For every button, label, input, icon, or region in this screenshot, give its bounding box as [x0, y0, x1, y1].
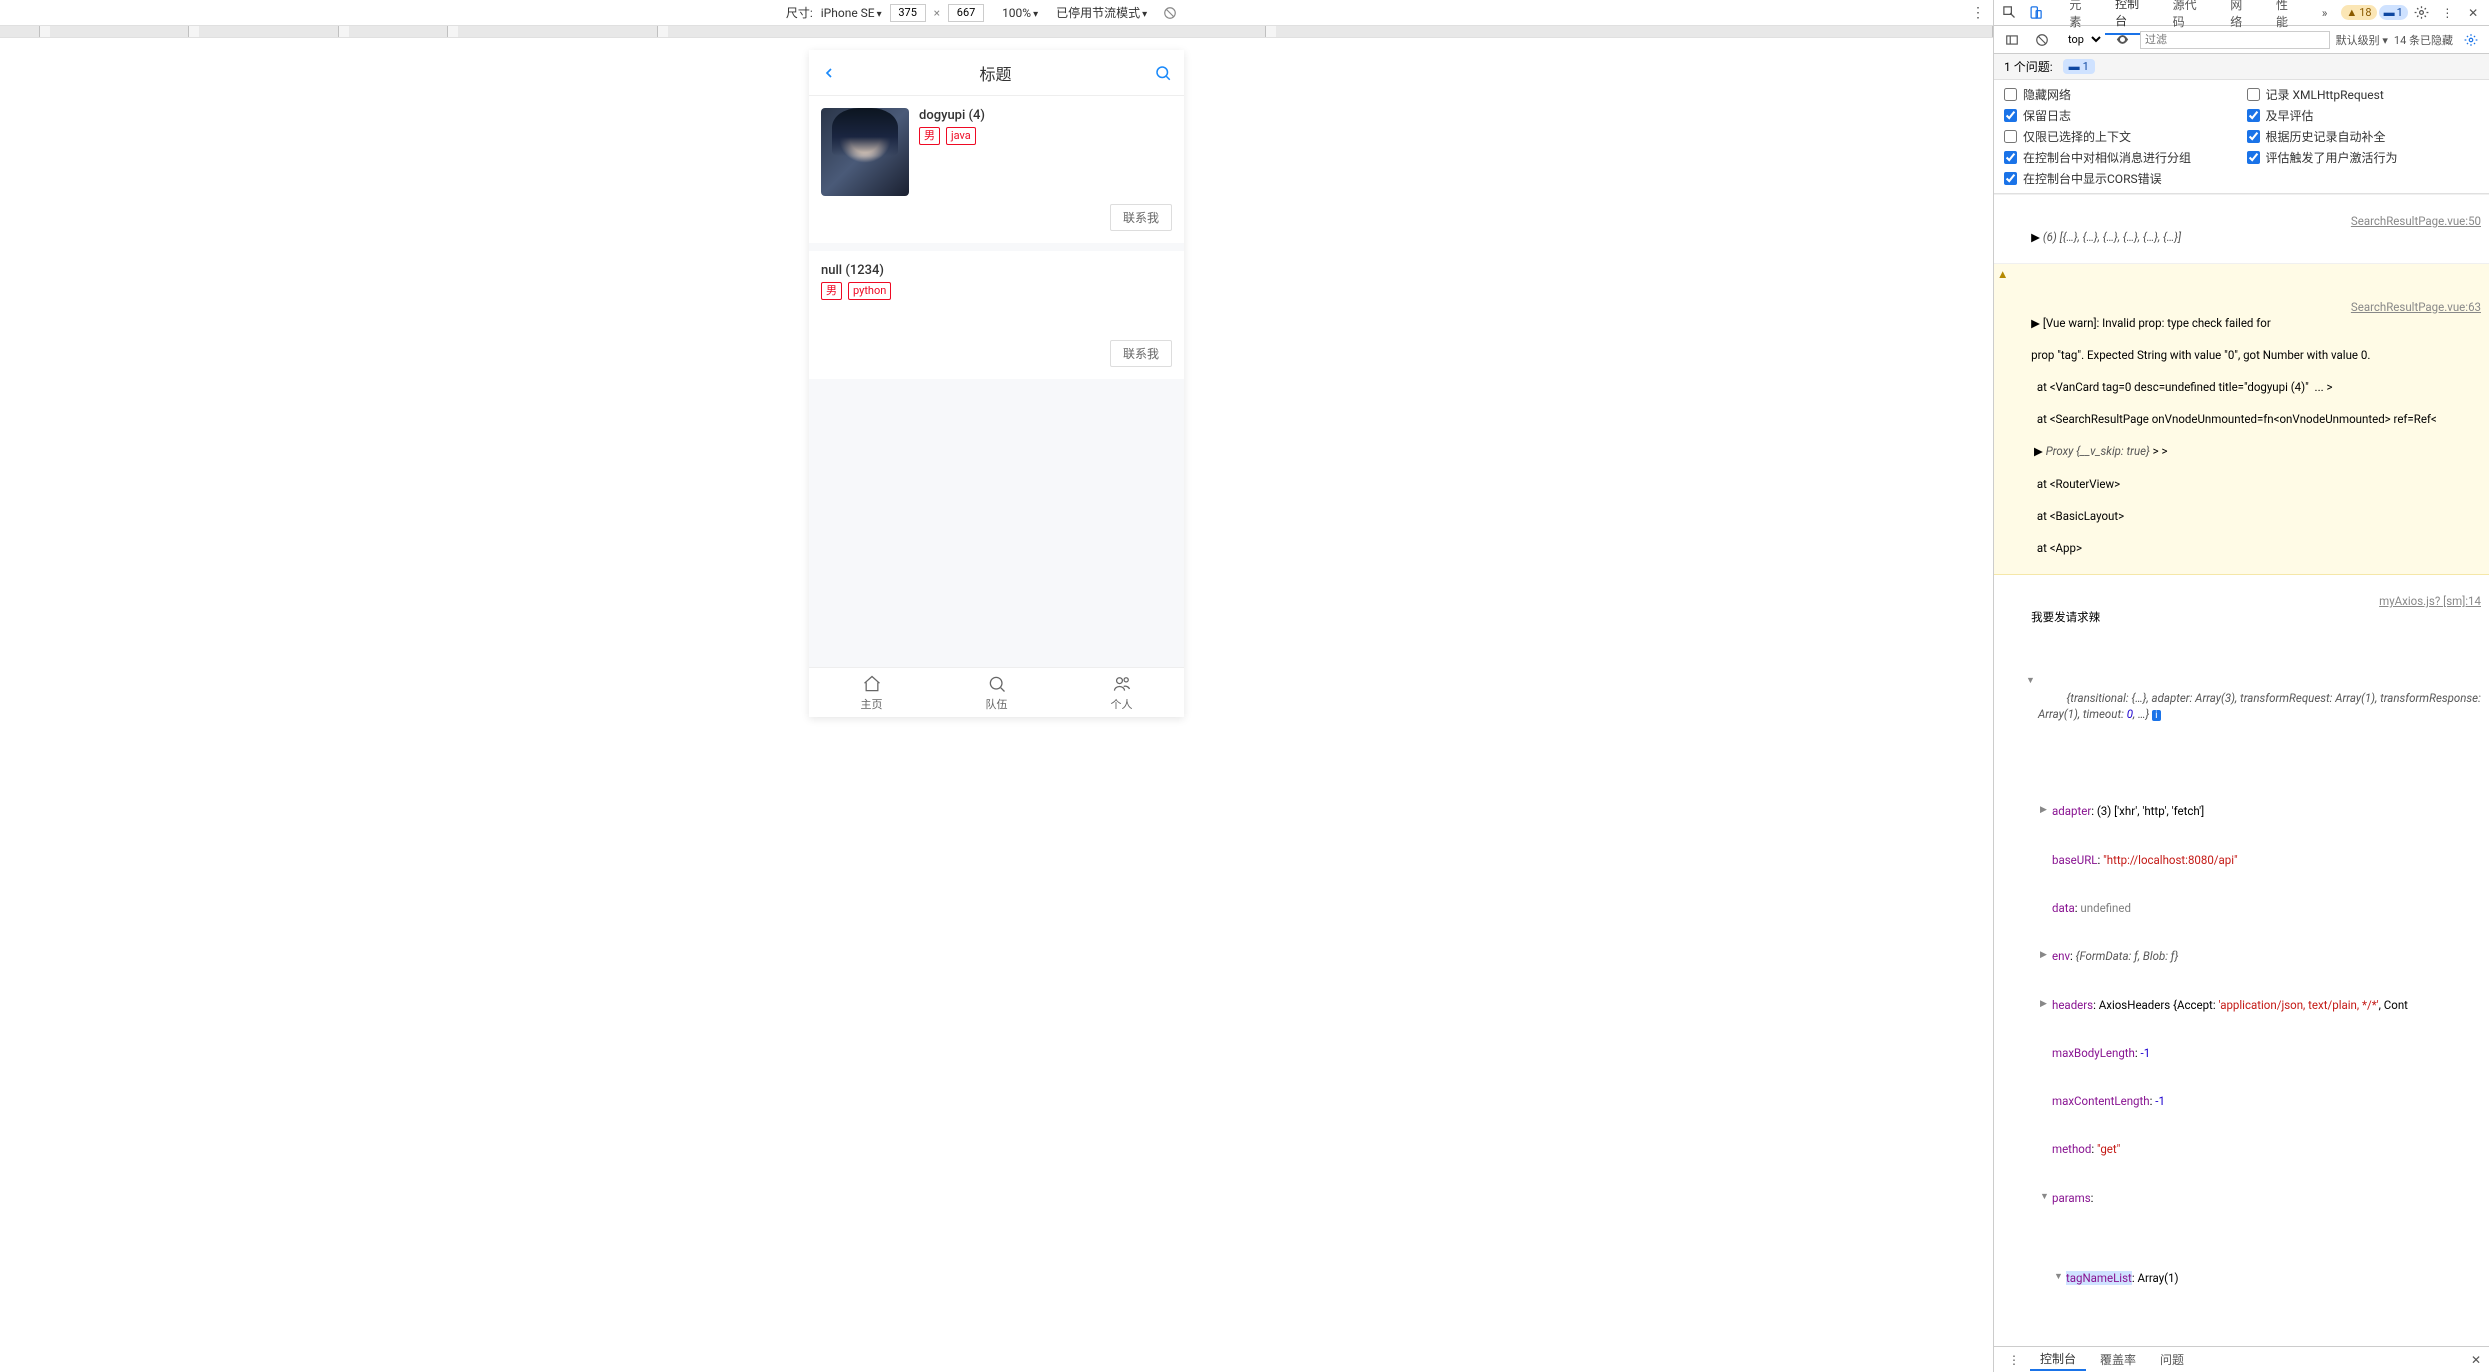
- drawer-close-icon[interactable]: ✕: [2471, 1353, 2481, 1367]
- console-settings: 隐藏网络 记录 XMLHttpRequest 保留日志 及早评估 仅限已选择的上…: [1994, 80, 2489, 194]
- drawer-tab-console[interactable]: 控制台: [2030, 1348, 2086, 1371]
- device-select[interactable]: iPhone SE: [821, 6, 882, 20]
- zoom-select[interactable]: 100%: [1002, 6, 1038, 20]
- user-card: dogyupi (4) 男 java 联系我: [809, 96, 1184, 243]
- issues-bar: 1 个问题: ▬ 1: [1994, 54, 2489, 80]
- devtools-drawer: ⋮ 控制台 覆盖率 问题 ✕: [1994, 1346, 2489, 1372]
- log-row-warning[interactable]: ▲ SearchResultPage.vue:63 ▶ [Vue warn]: …: [1994, 264, 2489, 575]
- console-settings-icon[interactable]: [2459, 30, 2483, 50]
- app-header: 标题: [809, 50, 1184, 96]
- warning-badge[interactable]: ▲ 18: [2341, 5, 2376, 20]
- tab-profile[interactable]: 个人: [1059, 668, 1184, 717]
- console-toolbar: top 默认级别 ▾ 14 条已隐藏: [1994, 26, 2489, 54]
- contact-button[interactable]: 联系我: [1110, 204, 1172, 231]
- devtools-menu-icon[interactable]: ⋮: [2436, 3, 2460, 23]
- sidebar-toggle-icon[interactable]: [2000, 30, 2024, 50]
- prop-baseurl[interactable]: baseURL: "http://localhost:8080/api": [2042, 852, 2481, 868]
- prop-data[interactable]: data: undefined: [2042, 900, 2481, 916]
- context-select[interactable]: top: [2060, 32, 2104, 47]
- card-title: dogyupi (4): [919, 108, 1172, 123]
- prop-headers[interactable]: headers: AxiosHeaders {Accept: 'applicat…: [2042, 997, 2481, 1013]
- contact-button[interactable]: 联系我: [1110, 340, 1172, 367]
- width-input[interactable]: [890, 4, 926, 22]
- setting-show-cors[interactable]: 在控制台中显示CORS错误: [2004, 170, 2237, 187]
- tag: 男: [821, 282, 842, 300]
- user-card: null (1234) 男 python 联系我: [809, 251, 1184, 379]
- close-icon[interactable]: ✕: [2461, 3, 2485, 23]
- tab-team[interactable]: 队伍: [934, 668, 1059, 717]
- card-tags: 男 python: [821, 282, 1172, 300]
- inspect-icon[interactable]: [1998, 3, 2022, 23]
- dimension-separator: ×: [934, 6, 940, 20]
- console-output: SearchResultPage.vue:50 ▶ (6) [{…}, {…},…: [1994, 194, 2489, 1346]
- setting-preserve-log[interactable]: 保留日志: [2004, 107, 2237, 124]
- prop-maxcontentlength[interactable]: maxContentLength: -1: [2042, 1093, 2481, 1109]
- prop-method[interactable]: method: "get": [2042, 1141, 2481, 1157]
- live-expression-icon[interactable]: [2110, 30, 2134, 50]
- info-badge[interactable]: ▬ 1: [2379, 5, 2408, 20]
- source-link[interactable]: myAxios.js? [sm]:14: [2379, 593, 2481, 609]
- prop-tagnamelist[interactable]: tagNameList: Array(1): [2056, 1270, 2481, 1286]
- drawer-menu-icon[interactable]: ⋮: [2002, 1350, 2026, 1370]
- tab-home[interactable]: 主页: [809, 668, 934, 717]
- avatar: [821, 108, 909, 196]
- tab-more-icon[interactable]: »: [2312, 2, 2338, 24]
- issues-label: 1 个问题:: [2004, 58, 2053, 75]
- tag: python: [848, 282, 891, 300]
- setting-group-similar[interactable]: 在控制台中对相似消息进行分组: [2004, 149, 2237, 166]
- prop-maxbodylength[interactable]: maxBodyLength: -1: [2042, 1045, 2481, 1061]
- dimensions-label: 尺寸:: [786, 4, 813, 21]
- search-icon[interactable]: [1154, 64, 1172, 82]
- log-row[interactable]: SearchResultPage.vue:50 ▶ (6) [{…}, {…},…: [1994, 194, 2489, 264]
- height-input[interactable]: [948, 4, 984, 22]
- setting-autocomplete[interactable]: 根据历史记录自动补全: [2247, 128, 2480, 145]
- device-preview-panel: 尺寸: iPhone SE × 100% 已停用节流模式 ⋮ 标题: [0, 0, 1993, 1372]
- tab-label: 个人: [1111, 696, 1133, 712]
- info-count: 1: [2397, 6, 2403, 19]
- gear-icon[interactable]: [2410, 3, 2434, 23]
- tabbar: 主页 队伍 个人: [809, 667, 1184, 717]
- back-icon[interactable]: [821, 65, 837, 81]
- device-toggle-icon[interactable]: [2024, 3, 2048, 23]
- tag: java: [946, 127, 976, 145]
- devtools-panel: 元素 控制台 源代码 网络 性能 » ▲ 18 ▬ 1 ⋮ ✕ top 默认级别…: [1993, 0, 2489, 1372]
- object-summary[interactable]: {transitional: {…}, adapter: Array(3), t…: [2028, 674, 2481, 739]
- log-row-request[interactable]: myAxios.js? [sm]:14 我要发请求辣 {transitional…: [1994, 575, 2489, 1346]
- devtools-tabs: 元素 控制台 源代码 网络 性能 » ▲ 18 ▬ 1 ⋮ ✕: [1994, 0, 2489, 26]
- app-content: dogyupi (4) 男 java 联系我 null (1234): [809, 96, 1184, 667]
- issue-chip[interactable]: ▬ 1: [2063, 59, 2095, 74]
- device-frame: 标题 dogyupi (4) 男 java: [809, 50, 1184, 717]
- setting-hide-network[interactable]: 隐藏网络: [2004, 86, 2237, 103]
- throttle-select[interactable]: 已停用节流模式: [1056, 4, 1147, 21]
- setting-user-activation[interactable]: 评估触发了用户激活行为: [2247, 149, 2480, 166]
- rotate-icon[interactable]: [1163, 6, 1177, 20]
- tab-label: 主页: [861, 696, 883, 712]
- page-title: 标题: [837, 61, 1154, 85]
- prop-env[interactable]: env: {FormData: ƒ, Blob: ƒ}: [2042, 948, 2481, 964]
- device-ruler: [0, 26, 1993, 38]
- prop-params[interactable]: params:: [2042, 1190, 2481, 1206]
- card-tags: 男 java: [919, 127, 1172, 145]
- setting-log-xhr[interactable]: 记录 XMLHttpRequest: [2247, 86, 2480, 103]
- source-link[interactable]: SearchResultPage.vue:50: [2351, 213, 2481, 229]
- warning-count: 18: [2359, 6, 2371, 19]
- setting-eager-eval[interactable]: 及早评估: [2247, 107, 2480, 124]
- drawer-tab-issues[interactable]: 问题: [2150, 1349, 2194, 1370]
- clear-console-icon[interactable]: [2030, 30, 2054, 50]
- setting-selected-context[interactable]: 仅限已选择的上下文: [2004, 128, 2237, 145]
- tab-label: 队伍: [986, 696, 1008, 712]
- source-link[interactable]: SearchResultPage.vue:63: [2351, 299, 2481, 315]
- hidden-count: 14 条已隐藏: [2394, 32, 2453, 48]
- drawer-tab-coverage[interactable]: 覆盖率: [2090, 1349, 2146, 1370]
- tag: 男: [919, 127, 940, 145]
- log-level-select[interactable]: 默认级别 ▾: [2336, 32, 2388, 48]
- device-toolbar: 尺寸: iPhone SE × 100% 已停用节流模式 ⋮: [0, 0, 1993, 26]
- device-toolbar-menu-icon[interactable]: ⋮: [1971, 5, 1985, 21]
- prop-adapter[interactable]: adapter: (3) ['xhr', 'http', 'fetch']: [2042, 803, 2481, 819]
- device-stage: 标题 dogyupi (4) 男 java: [0, 38, 1993, 1372]
- filter-input[interactable]: [2140, 31, 2330, 49]
- card-title: null (1234): [821, 263, 1172, 278]
